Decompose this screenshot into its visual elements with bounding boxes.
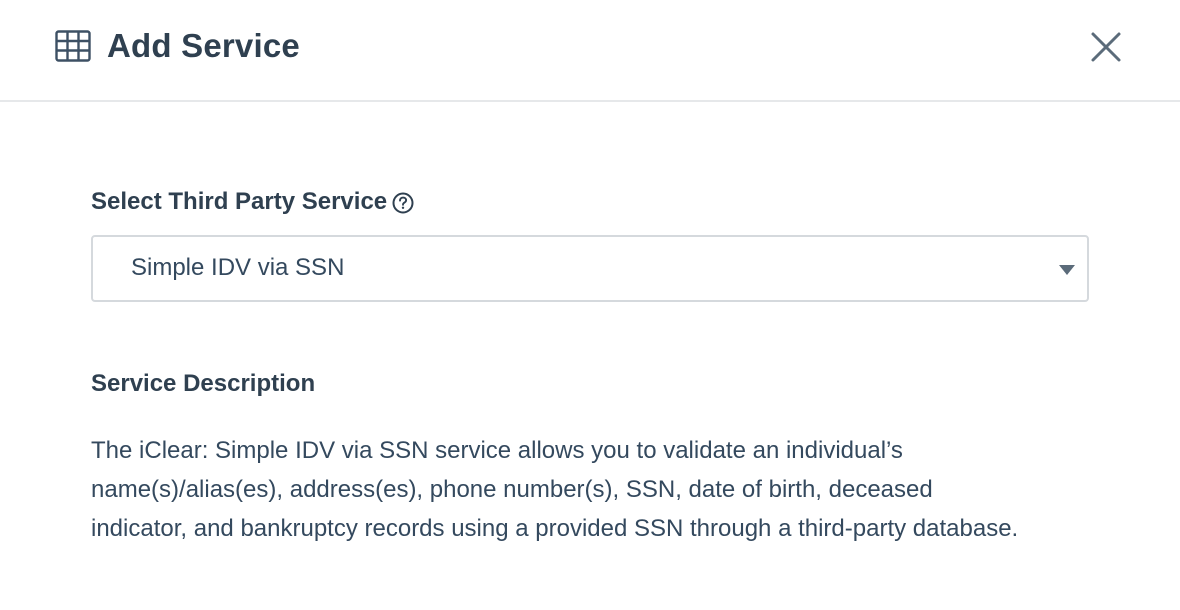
- third-party-service-select[interactable]: Simple IDV via SSN: [91, 235, 1089, 302]
- add-service-modal: Add Service Select Third Party Service S…: [0, 0, 1180, 610]
- service-description-heading: Service Description: [91, 370, 316, 397]
- service-description-text: The iClear: Simple IDV via SSN service a…: [91, 437, 1019, 542]
- service-select-label: Select Third Party Service: [91, 186, 414, 218]
- chevron-down-icon: [1059, 265, 1075, 275]
- close-icon[interactable]: [1086, 27, 1126, 67]
- modal-title: Add Service: [107, 27, 300, 64]
- question-circle-icon[interactable]: [392, 192, 414, 214]
- selected-service-value: Simple IDV via SSN: [131, 254, 345, 281]
- service-select-label-text: Select Third Party Service: [91, 188, 388, 215]
- table-grid-icon: [55, 30, 91, 62]
- modal-header: Add Service: [0, 0, 1180, 102]
